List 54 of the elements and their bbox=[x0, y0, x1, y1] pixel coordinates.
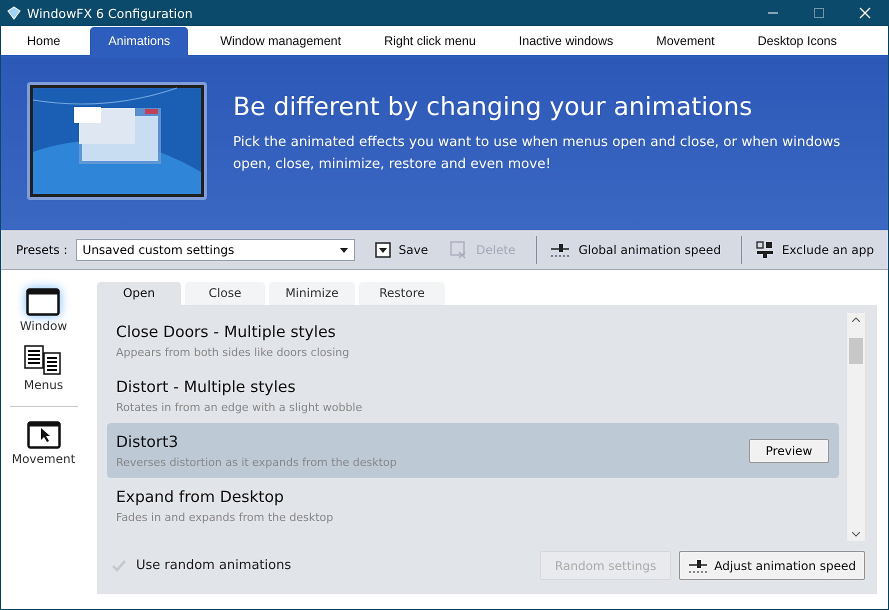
effect-row[interactable]: Close Doors - Multiple styles Appears from both sides like doors closing bbox=[107, 313, 839, 368]
effect-tab[interactable]: Close bbox=[185, 282, 265, 305]
effect-tab[interactable]: Minimize bbox=[269, 282, 355, 305]
check-icon bbox=[112, 560, 126, 572]
effect-description: Fades in and expands from the desktop bbox=[116, 510, 334, 524]
scrollbar[interactable] bbox=[847, 313, 865, 541]
nav-tab[interactable]: Inactive windows bbox=[506, 27, 626, 55]
effect-tab[interactable]: Open bbox=[97, 282, 181, 305]
effect-tab[interactable]: Restore bbox=[359, 282, 445, 305]
effect-name: Close Doors - Multiple styles bbox=[116, 322, 336, 340]
nav-tab[interactable]: Right click menu bbox=[372, 27, 488, 55]
speed-slider-icon bbox=[550, 242, 570, 258]
save-icon bbox=[374, 242, 391, 258]
effect-name: Distort3 bbox=[116, 432, 178, 450]
effect-name: Expand from Desktop bbox=[116, 488, 284, 506]
toolbar-button[interactable]: Save bbox=[366, 242, 436, 258]
nav-tab[interactable]: Animations bbox=[90, 27, 188, 55]
toolbar-button[interactable]: Exclude an app bbox=[748, 241, 882, 259]
effect-row[interactable]: Distort3 Reverses distortion as it expands from the desktop Preview bbox=[107, 423, 839, 478]
cursor-window-icon bbox=[26, 421, 60, 449]
effect-name: Distort - Multiple styles bbox=[116, 378, 296, 396]
effect-row[interactable]: Expand from Desktop Fades in and expands from the desktop bbox=[107, 478, 839, 533]
maximize-icon[interactable] bbox=[813, 7, 825, 19]
presets-label: Presets : bbox=[16, 243, 68, 257]
dropdown-arrow-icon bbox=[340, 248, 348, 252]
banner-text: Pick the animated effects you want to use when menus open and close, or when windows open, close, minimize, restore and even move! bbox=[233, 132, 842, 174]
app-logo-icon bbox=[7, 6, 21, 20]
preview-button[interactable]: Preview bbox=[749, 438, 829, 462]
blocks-icon bbox=[756, 241, 774, 259]
effect-description: Reverses distortion as it expands from the desktop bbox=[116, 456, 397, 468]
scroll-up-icon[interactable] bbox=[852, 317, 860, 322]
presets-dropdown[interactable]: Unsaved custom settings bbox=[76, 239, 355, 261]
nav-tab[interactable]: Movement bbox=[644, 27, 727, 55]
window-title: WindowFX 6 Configuration bbox=[27, 6, 193, 20]
toolbar-button[interactable]: Global animation speed bbox=[542, 242, 729, 258]
nav-tab[interactable]: Window management bbox=[208, 27, 354, 55]
effect-row[interactable]: Distort - Multiple styles Rotates in from an edge with a slight wobble bbox=[107, 368, 839, 423]
scroll-thumb[interactable] bbox=[849, 338, 863, 364]
nav-tab[interactable]: Home bbox=[15, 27, 72, 55]
sidebar-item[interactable]: Menus bbox=[24, 345, 64, 392]
speed-slider-icon bbox=[688, 558, 708, 574]
random-animations-checkbox[interactable]: Use random animations bbox=[107, 558, 292, 573]
window-icon bbox=[26, 288, 60, 316]
close-icon[interactable] bbox=[859, 7, 871, 19]
panel-button[interactable]: Adjust animation speed bbox=[679, 551, 865, 580]
menus-icon bbox=[24, 345, 62, 375]
delete-icon bbox=[450, 241, 468, 259]
sidebar-item[interactable]: Movement bbox=[12, 421, 76, 466]
nav-tab[interactable]: Desktop Icons bbox=[746, 27, 849, 55]
banner-heading: Be different by changing your animations bbox=[233, 92, 754, 120]
effect-description: Appears from both sides like doors closing bbox=[116, 346, 350, 358]
sidebar-item[interactable]: Window bbox=[20, 288, 68, 333]
effect-description: Rotates in from an edge with a slight wobble bbox=[116, 400, 362, 414]
scroll-down-icon[interactable] bbox=[852, 532, 860, 537]
